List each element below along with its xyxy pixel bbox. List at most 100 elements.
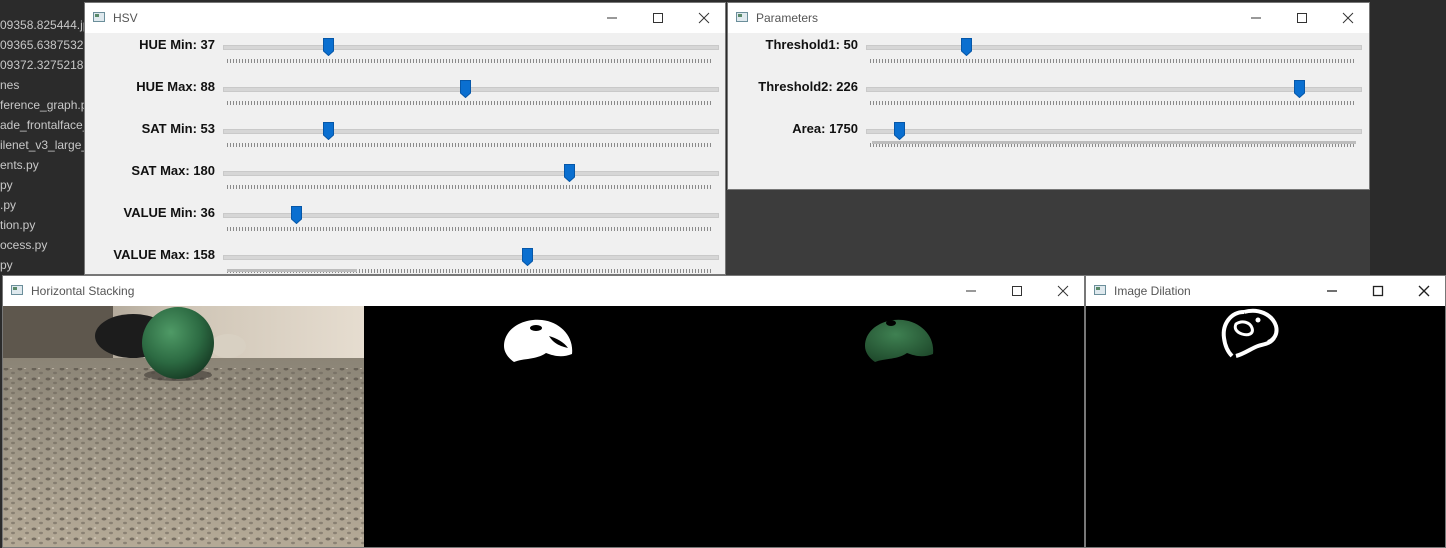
background-file-item: ilenet_v3_large_c (0, 138, 84, 152)
slider-thumb[interactable] (291, 206, 303, 224)
background-file-item: py (0, 258, 13, 272)
slider-row: SAT Min: 53 (85, 121, 725, 161)
slider-row: Threshold2: 226 (728, 79, 1369, 119)
maximize-icon (653, 13, 663, 23)
slider-row: HUE Min: 37 (85, 37, 725, 77)
app-icon (736, 12, 748, 22)
minimize-icon (1327, 290, 1337, 292)
close-icon (1057, 285, 1069, 297)
parameters-window: Parameters Threshold1: 50 Threshold2: 226… (727, 2, 1370, 190)
maximize-button[interactable] (994, 276, 1040, 306)
maximize-icon (1372, 285, 1384, 297)
slider-ticks (870, 59, 1356, 63)
background-file-item: ference_graph.py (0, 98, 84, 112)
slider-thumb[interactable] (894, 122, 906, 140)
slider-track[interactable] (866, 87, 1362, 92)
slider-ticks (227, 227, 713, 231)
background-file-item: 09372.3275218.jpg (0, 58, 84, 72)
background-file-item: 09365.6387532.jpg (0, 38, 84, 52)
maximize-button[interactable] (1279, 3, 1325, 33)
minimize-button[interactable] (1233, 3, 1279, 33)
original-frame-image (3, 306, 364, 547)
slider-label: VALUE Max: 158 (113, 247, 215, 262)
background-file-item: ents.py (0, 158, 39, 172)
slider-ticks (227, 143, 713, 147)
background-file-item: 09358.825444.jpg (0, 18, 84, 32)
background-strip (1370, 0, 1446, 275)
background-file-item: nes (0, 78, 20, 92)
maximize-button[interactable] (1355, 276, 1401, 306)
background-area (726, 190, 1370, 275)
slider-track[interactable] (223, 129, 719, 134)
masked-result-drawing (865, 319, 934, 362)
close-button[interactable] (1040, 276, 1084, 306)
slider-thumb[interactable] (1294, 80, 1306, 98)
slider-ticks (227, 59, 713, 63)
dilation-drawing (1221, 308, 1279, 358)
slider-label: Threshold2: 226 (758, 79, 858, 94)
minimize-icon (607, 17, 617, 19)
slider-label: HUE Max: 88 (136, 79, 215, 94)
slider-thumb[interactable] (322, 38, 334, 56)
minimize-button[interactable] (589, 3, 635, 33)
minimize-icon (1251, 17, 1261, 19)
close-button[interactable] (1401, 276, 1445, 306)
slider-row: VALUE Max: 158 (85, 247, 725, 274)
background-file-item: ade_frontalface_d (0, 118, 84, 132)
app-icon (11, 285, 23, 295)
parameters-titlebar[interactable]: Parameters (728, 3, 1369, 33)
minimize-button[interactable] (948, 276, 994, 306)
window-title: HSV (113, 11, 138, 25)
slider-label: Threshold1: 50 (765, 37, 858, 52)
hsv-mask-image (364, 306, 725, 547)
maximize-button[interactable] (635, 3, 681, 33)
original-frame-drawing (3, 306, 364, 547)
hsv-mask-drawing (504, 319, 573, 362)
hsv-titlebar[interactable]: HSV (85, 3, 725, 33)
close-button[interactable] (681, 3, 725, 33)
dilation-image (1086, 306, 1445, 547)
close-button[interactable] (1325, 3, 1369, 33)
slider-track[interactable] (223, 45, 719, 50)
window-title: Image Dilation (1114, 284, 1191, 298)
maximize-icon (1297, 13, 1307, 23)
slider-label: HUE Min: 37 (139, 37, 215, 52)
background-file-item: ocess.py (0, 238, 48, 252)
slider-track[interactable] (223, 255, 719, 260)
image-dilation-window: Image Dilation (1085, 275, 1446, 548)
background-file-list: 09358.825444.jpg 09365.6387532.jpg 09372.3… (0, 0, 84, 275)
stacking-titlebar[interactable]: Horizontal Stacking (3, 276, 1084, 306)
parameters-scrollbar[interactable] (872, 141, 1356, 144)
slider-label: Area: 1750 (792, 121, 858, 136)
close-icon (1342, 12, 1354, 24)
background-file-item: tion.py (0, 218, 36, 232)
close-icon (1418, 285, 1430, 297)
minimize-button[interactable] (1309, 276, 1355, 306)
dilation-titlebar[interactable]: Image Dilation (1086, 276, 1445, 306)
app-icon (93, 12, 105, 22)
slider-row: VALUE Min: 36 (85, 205, 725, 245)
slider-thumb[interactable] (522, 248, 534, 266)
slider-ticks (227, 101, 713, 105)
slider-row: Threshold1: 50 (728, 37, 1369, 77)
app-icon (1094, 285, 1106, 295)
slider-track[interactable] (223, 171, 719, 176)
minimize-icon (966, 290, 976, 292)
slider-thumb[interactable] (460, 80, 472, 98)
slider-row: SAT Max: 180 (85, 163, 725, 203)
slider-thumb[interactable] (323, 122, 335, 140)
close-icon (698, 12, 710, 24)
background-file-item: py (0, 178, 13, 192)
slider-track[interactable] (866, 45, 1362, 50)
masked-result-image (725, 306, 1084, 547)
slider-label: SAT Min: 53 (141, 121, 215, 136)
slider-ticks (227, 185, 713, 189)
slider-thumb[interactable] (563, 164, 575, 182)
window-title: Parameters (756, 11, 819, 25)
slider-track[interactable] (866, 129, 1362, 134)
window-title: Horizontal Stacking (31, 284, 135, 298)
slider-thumb[interactable] (960, 38, 972, 56)
background-file-item: .py (0, 198, 17, 212)
horizontal-stacking-window: Horizontal Stacking (2, 275, 1085, 548)
hsv-scrollbar[interactable] (227, 269, 357, 272)
